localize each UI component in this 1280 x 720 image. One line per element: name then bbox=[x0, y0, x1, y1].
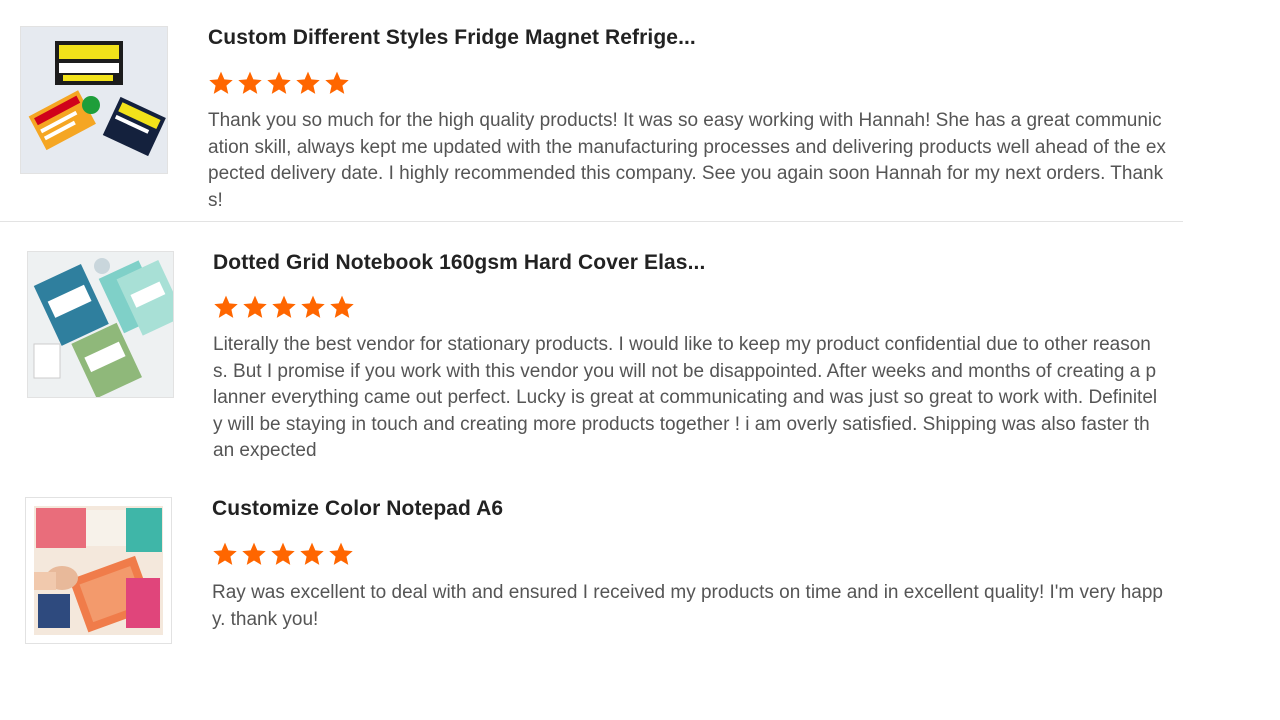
product-title[interactable]: Customize Color Notepad A6 bbox=[212, 497, 503, 521]
star-icon bbox=[270, 541, 296, 567]
notepad-product-image[interactable] bbox=[25, 497, 172, 644]
star-icon bbox=[329, 294, 355, 320]
review-text: Ray was excellent to deal with and ensur… bbox=[212, 582, 1163, 630]
review-text: Thank you so much for the high quality p… bbox=[208, 110, 1166, 211]
star-icon bbox=[299, 541, 325, 567]
rating-stars bbox=[208, 70, 350, 96]
star-icon bbox=[242, 294, 268, 320]
review-text: Literally the best vendor for stationary… bbox=[213, 334, 1158, 461]
star-icon bbox=[271, 294, 297, 320]
star-icon bbox=[300, 294, 326, 320]
star-icon bbox=[295, 70, 321, 96]
product-title[interactable]: Dotted Grid Notebook 160gsm Hard Cover E… bbox=[213, 251, 705, 275]
fridge-magnet-product-image[interactable] bbox=[20, 26, 168, 174]
star-icon bbox=[212, 541, 238, 567]
rating-stars bbox=[213, 294, 355, 320]
divider bbox=[0, 221, 1183, 222]
rating-stars bbox=[212, 541, 354, 567]
star-icon bbox=[237, 70, 263, 96]
star-icon bbox=[208, 70, 234, 96]
star-icon bbox=[324, 70, 350, 96]
star-icon bbox=[241, 541, 267, 567]
product-title[interactable]: Custom Different Styles Fridge Magnet Re… bbox=[208, 26, 696, 50]
star-icon bbox=[213, 294, 239, 320]
star-icon bbox=[328, 541, 354, 567]
notebook-product-image[interactable] bbox=[27, 251, 174, 398]
star-icon bbox=[266, 70, 292, 96]
